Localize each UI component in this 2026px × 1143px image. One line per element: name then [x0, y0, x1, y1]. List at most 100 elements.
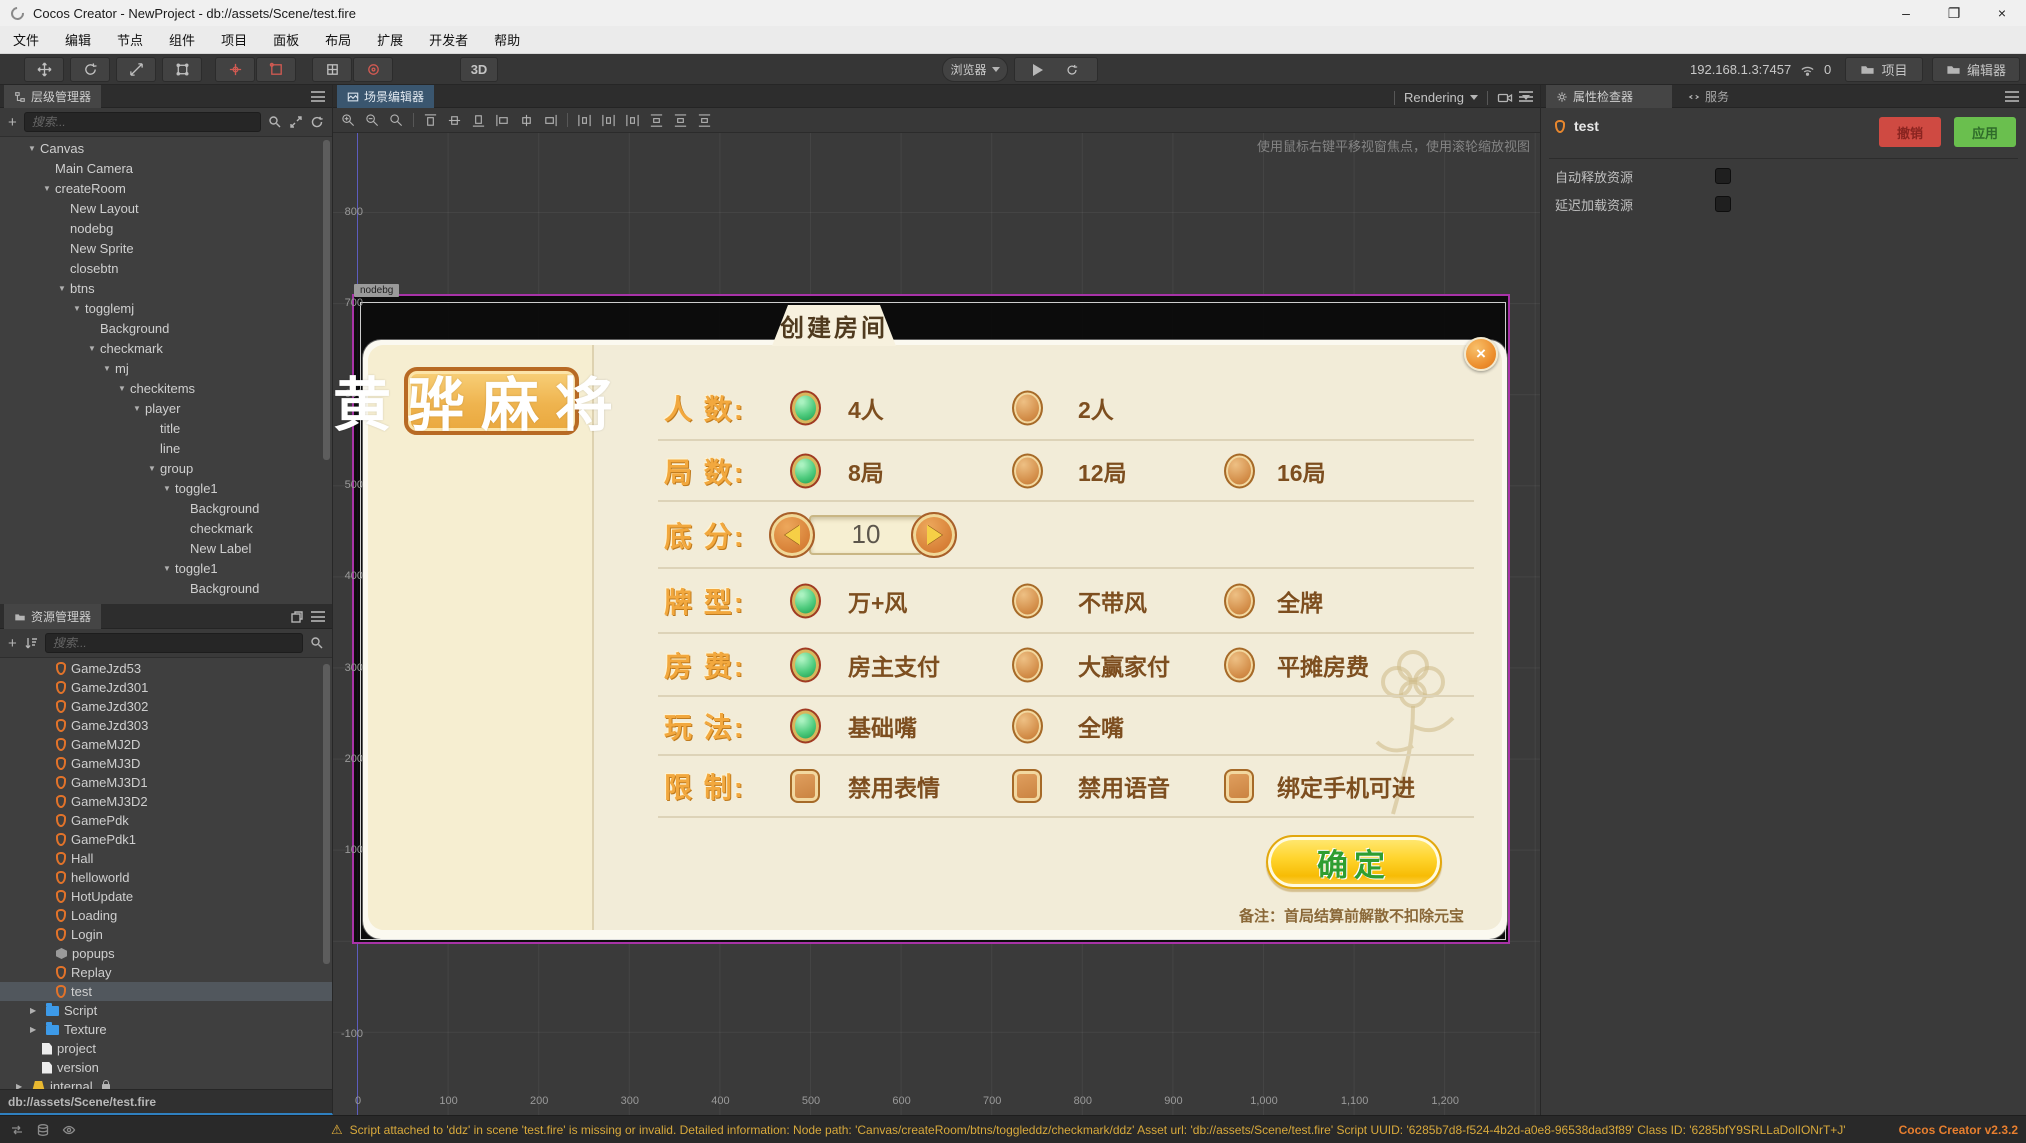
panel-menu-icon[interactable]: [2005, 91, 2019, 102]
confirm-button[interactable]: 确定: [1266, 835, 1442, 889]
asset-item-texture[interactable]: ▶Texture: [0, 1020, 332, 1039]
radio-checked[interactable]: [790, 391, 821, 426]
collapse-arrow-icon[interactable]: ▶: [30, 1025, 41, 1034]
add-asset-button[interactable]: +: [8, 636, 17, 651]
radio-checked[interactable]: [790, 453, 821, 488]
tree-node-new-layout[interactable]: New Layout: [0, 198, 332, 218]
asset-item-gamejzd303[interactable]: GameJzd303: [0, 716, 332, 735]
eye-icon[interactable]: [62, 1123, 76, 1137]
asset-item-project[interactable]: project: [0, 1039, 332, 1058]
menu-item-3[interactable]: 组件: [156, 26, 208, 53]
menu-item-6[interactable]: 布局: [312, 26, 364, 53]
tree-node-main-camera[interactable]: Main Camera: [0, 158, 332, 178]
pivot-position-toggle[interactable]: [215, 57, 255, 82]
menu-item-4[interactable]: 项目: [208, 26, 260, 53]
asset-item-gamemj3d1[interactable]: GameMJ3D1: [0, 773, 332, 792]
tab-assets[interactable]: 资源管理器: [4, 604, 101, 629]
radio-unchecked[interactable]: [1012, 708, 1043, 743]
assets-search-input[interactable]: [45, 633, 303, 653]
asset-item-popups[interactable]: popups: [0, 944, 332, 963]
radio-unchecked[interactable]: [1012, 583, 1043, 618]
open-project-button[interactable]: 项目: [1845, 57, 1923, 82]
open-editor-button[interactable]: 编辑器: [1932, 57, 2020, 82]
layers-icon[interactable]: [36, 1123, 50, 1137]
tree-node-createroom[interactable]: ▼createRoom: [0, 178, 332, 198]
dist-right-icon[interactable]: [625, 113, 640, 128]
radio-checked[interactable]: [790, 708, 821, 743]
tree-node-new-sprite[interactable]: New Sprite: [0, 238, 332, 258]
menu-item-7[interactable]: 扩展: [364, 26, 416, 53]
align-top-icon[interactable]: [423, 113, 438, 128]
asset-item-replay[interactable]: Replay: [0, 963, 332, 982]
asset-item-gamemj2d[interactable]: GameMJ2D: [0, 735, 332, 754]
align-left-icon[interactable]: [495, 113, 510, 128]
expand-arrow-icon[interactable]: ▼: [148, 464, 160, 473]
asset-item-gamemj3d[interactable]: GameMJ3D: [0, 754, 332, 773]
popout-icon[interactable]: [290, 610, 304, 624]
menu-item-2[interactable]: 节点: [104, 26, 156, 53]
dist-vcenter-icon[interactable]: [673, 113, 688, 128]
radio-checked[interactable]: [790, 647, 821, 682]
asset-item-helloworld[interactable]: helloworld: [0, 868, 332, 887]
align-vcenter-icon[interactable]: [447, 113, 462, 128]
play-icon[interactable]: [1033, 64, 1043, 76]
asset-item-hall[interactable]: Hall: [0, 849, 332, 868]
radio-unchecked[interactable]: [1224, 583, 1255, 618]
grid-toggle[interactable]: [353, 57, 393, 82]
tree-node-canvas[interactable]: ▼Canvas: [0, 138, 332, 158]
tab-services[interactable]: 服务: [1678, 85, 1739, 108]
rendering-dropdown[interactable]: Rendering: [1404, 90, 1478, 105]
dist-bottom-icon[interactable]: [697, 113, 712, 128]
asset-item-gamejzd301[interactable]: GameJzd301: [0, 678, 332, 697]
assets-scrollbar[interactable]: [323, 664, 330, 964]
tree-node-togglemj[interactable]: ▼togglemj: [0, 298, 332, 318]
hierarchy-scrollbar[interactable]: [323, 140, 330, 460]
asset-item-login[interactable]: Login: [0, 925, 332, 944]
tree-node-group[interactable]: ▼group: [0, 458, 332, 478]
expand-arrow-icon[interactable]: ▼: [28, 144, 40, 153]
gizmo-toggle[interactable]: [312, 57, 352, 82]
expand-arrow-icon[interactable]: ▼: [103, 364, 115, 373]
tree-node-btns[interactable]: ▼btns: [0, 278, 332, 298]
property-checkbox[interactable]: [1715, 168, 1731, 184]
tab-inspector[interactable]: 属性检查器: [1546, 85, 1672, 108]
panel-menu-icon[interactable]: [311, 611, 325, 622]
tree-node-background[interactable]: Background: [0, 498, 332, 518]
tree-node-toggle1[interactable]: ▼toggle1: [0, 478, 332, 498]
radio-unchecked[interactable]: [1012, 647, 1043, 682]
dist-hcenter-icon[interactable]: [601, 113, 616, 128]
property-checkbox[interactable]: [1715, 196, 1731, 212]
tree-node-nodebg[interactable]: nodebg: [0, 218, 332, 238]
radio-unchecked[interactable]: [1012, 391, 1043, 426]
dist-left-icon[interactable]: [577, 113, 592, 128]
tree-node-background[interactable]: Background: [0, 318, 332, 338]
tree-node-checkitems[interactable]: ▼checkitems: [0, 378, 332, 398]
expand-arrow-icon[interactable]: ▼: [133, 404, 145, 413]
tree-node-checkmark[interactable]: checkmark: [0, 518, 332, 538]
search-icon[interactable]: [310, 636, 324, 650]
tree-node-checkmark[interactable]: ▼checkmark: [0, 338, 332, 358]
asset-item-loading[interactable]: Loading: [0, 906, 332, 925]
scale-tool-button[interactable]: [116, 57, 156, 82]
expand-all-icon[interactable]: [289, 115, 303, 129]
align-right-icon[interactable]: [543, 113, 558, 128]
minimize-button[interactable]: –: [1882, 0, 1930, 26]
checkbox-unchecked[interactable]: [790, 769, 820, 803]
checkbox-unchecked[interactable]: [1012, 769, 1042, 803]
chevron-down-icon[interactable]: [1522, 95, 1530, 100]
rotate-tool-button[interactable]: [70, 57, 110, 82]
menu-item-8[interactable]: 开发者: [416, 26, 481, 53]
expand-arrow-icon[interactable]: ▼: [163, 484, 175, 493]
expand-arrow-icon[interactable]: ▼: [43, 184, 55, 193]
zoom-out-icon[interactable]: [365, 113, 380, 128]
menu-item-5[interactable]: 面板: [260, 26, 312, 53]
search-icon[interactable]: [268, 115, 282, 129]
error-message[interactable]: ⚠ Script attached to 'ddz' in scene 'tes…: [331, 1122, 1846, 1138]
radio-unchecked[interactable]: [1012, 453, 1043, 488]
asset-item-gamejzd53[interactable]: GameJzd53: [0, 659, 332, 678]
apply-button[interactable]: 应用: [1954, 117, 2016, 147]
radio-checked[interactable]: [790, 583, 821, 618]
tree-node-line[interactable]: line: [0, 438, 332, 458]
dist-top-icon[interactable]: [649, 113, 664, 128]
camera-icon[interactable]: [1497, 90, 1513, 106]
